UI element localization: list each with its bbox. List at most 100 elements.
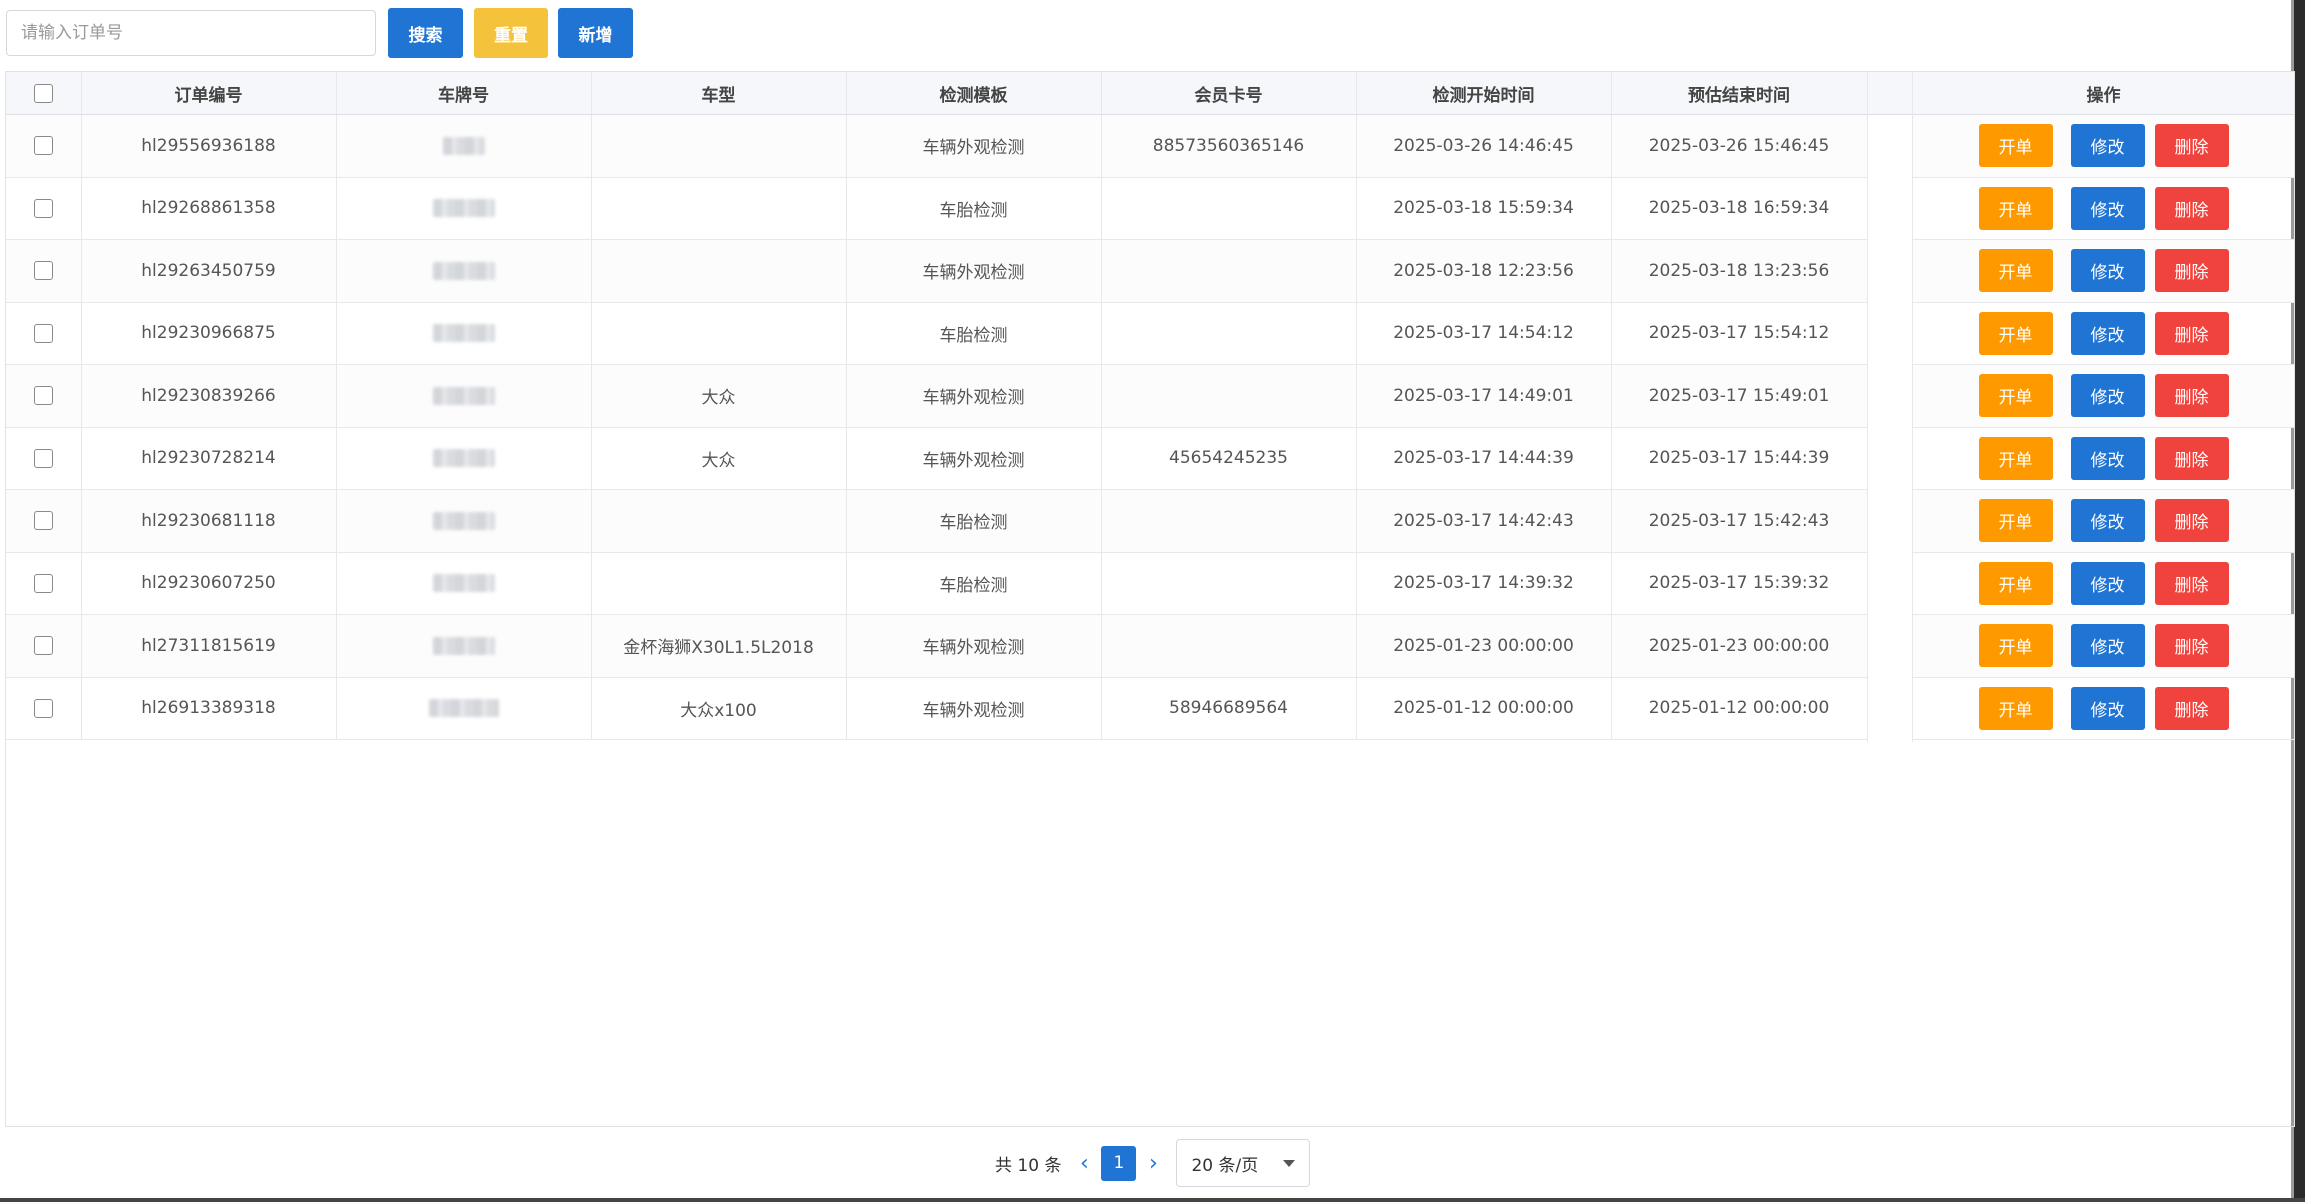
cell-end-time: 2025-03-18 13:23:56	[1611, 239, 1868, 303]
edit-button[interactable]: 修改	[2070, 186, 2145, 230]
edit-button[interactable]: 修改	[2070, 499, 2145, 543]
open-order-button[interactable]: 开单	[1978, 436, 2053, 480]
plate-redacted	[432, 261, 495, 280]
caret-down-icon	[1283, 1159, 1296, 1167]
delete-button[interactable]: 删除	[2154, 374, 2229, 418]
cell-template: 车胎检测	[846, 177, 1102, 240]
cell-start-time: 2025-03-17 14:49:01	[1356, 364, 1612, 428]
add-button[interactable]: 新增	[558, 8, 633, 58]
cell-order-no: hl29230728214	[81, 427, 337, 490]
edit-button[interactable]: 修改	[2070, 249, 2145, 293]
reset-button[interactable]: 重置	[474, 8, 548, 58]
row-select-cell	[6, 489, 82, 553]
actions-row: 开单 修改 删除	[1913, 302, 2294, 365]
plate-redacted	[442, 136, 485, 155]
table-spacer-column	[1867, 72, 1913, 742]
open-order-button[interactable]: 开单	[1978, 374, 2053, 418]
table-row: hl29230681118 车胎检测 2025-03-17 14:42:43 2025…	[6, 489, 1868, 553]
delete-button[interactable]: 删除	[2154, 436, 2229, 480]
row-select-cell	[6, 177, 82, 240]
row-select-cell	[6, 364, 82, 428]
edit-button[interactable]: 修改	[2070, 436, 2145, 480]
cell-plate	[336, 677, 592, 740]
table-row: hl26913389318 大众x100 车辆外观检测 58946689564 2025…	[6, 677, 1868, 740]
row-checkbox[interactable]	[33, 636, 53, 656]
open-order-button[interactable]: 开单	[1978, 311, 2053, 355]
cell-member-card	[1101, 239, 1357, 303]
table-header-row: 订单编号 车牌号 车型 检测模板 会员卡号 检测开始时间 预估结束时间	[6, 72, 1868, 115]
edit-button[interactable]: 修改	[2070, 624, 2145, 668]
open-order-button[interactable]: 开单	[1978, 561, 2053, 605]
cell-template: 车辆外观检测	[846, 427, 1102, 490]
cell-start-time: 2025-03-17 14:44:39	[1356, 427, 1612, 490]
cell-order-no: hl29556936188	[81, 114, 337, 178]
toolbar: 搜索 重置 新增	[6, 8, 633, 58]
open-order-button[interactable]: 开单	[1978, 624, 2053, 668]
order-search-input[interactable]	[6, 10, 376, 56]
open-order-button[interactable]: 开单	[1978, 249, 2053, 293]
page-size-select[interactable]: 20 条/页	[1176, 1139, 1311, 1187]
actions-row: 开单 修改 删除	[1913, 614, 2294, 678]
cell-template: 车胎检测	[846, 302, 1102, 365]
edit-button[interactable]: 修改	[2070, 311, 2145, 355]
cell-member-card: 88573560365146	[1101, 114, 1357, 178]
cell-member-card	[1101, 364, 1357, 428]
cell-start-time: 2025-03-18 12:23:56	[1356, 239, 1612, 303]
open-order-button[interactable]: 开单	[1978, 186, 2053, 230]
row-checkbox[interactable]	[33, 386, 53, 406]
row-select-cell	[6, 552, 82, 615]
actions-row: 开单 修改 删除	[1913, 239, 2294, 303]
cell-actions: 开单 修改 删除	[1913, 302, 2294, 365]
row-select-cell	[6, 302, 82, 365]
select-all-checkbox[interactable]	[33, 83, 53, 103]
cell-plate	[336, 239, 592, 303]
cell-start-time: 2025-03-17 14:39:32	[1356, 552, 1612, 615]
cell-model	[591, 489, 847, 553]
next-page-icon[interactable]: ›	[1142, 1151, 1164, 1176]
delete-button[interactable]: 删除	[2154, 124, 2229, 168]
delete-button[interactable]: 删除	[2154, 499, 2229, 543]
row-checkbox[interactable]	[33, 136, 53, 156]
cell-member-card: 45654245235	[1101, 427, 1357, 490]
actions-row: 开单 修改 删除	[1913, 552, 2294, 615]
delete-button[interactable]: 删除	[2154, 686, 2229, 730]
row-checkbox[interactable]	[33, 198, 53, 218]
window-bottom-edge	[0, 1198, 2305, 1202]
open-order-button[interactable]: 开单	[1978, 499, 2053, 543]
delete-button[interactable]: 删除	[2154, 186, 2229, 230]
row-checkbox[interactable]	[33, 573, 53, 593]
open-order-button[interactable]: 开单	[1978, 686, 2053, 730]
actions-row: 开单 修改 删除	[1913, 677, 2294, 740]
delete-button[interactable]: 删除	[2154, 249, 2229, 293]
row-checkbox[interactable]	[33, 323, 53, 343]
edit-button[interactable]: 修改	[2070, 124, 2145, 168]
row-checkbox[interactable]	[33, 698, 53, 718]
page-button-current[interactable]: 1	[1101, 1145, 1137, 1181]
row-checkbox[interactable]	[33, 511, 53, 531]
cell-start-time: 2025-01-12 00:00:00	[1356, 677, 1612, 740]
delete-button[interactable]: 删除	[2154, 624, 2229, 668]
edit-button[interactable]: 修改	[2070, 561, 2145, 605]
table-row: hl29556936188 车辆外观检测 88573560365146 2025-03…	[6, 114, 1868, 178]
prev-page-icon[interactable]: ‹	[1073, 1151, 1095, 1176]
edit-button[interactable]: 修改	[2070, 686, 2145, 730]
delete-button[interactable]: 删除	[2154, 561, 2229, 605]
table-row: hl29230839266 大众 车辆外观检测 2025-03-17 14:49:01…	[6, 364, 1868, 428]
plate-redacted	[432, 574, 495, 593]
edit-button[interactable]: 修改	[2070, 374, 2145, 418]
cell-model	[591, 552, 847, 615]
order-table-main: 订单编号 车牌号 车型 检测模板 会员卡号 检测开始时间 预估结束时间 hl29…	[6, 72, 1868, 740]
row-checkbox[interactable]	[33, 261, 53, 281]
cell-model	[591, 302, 847, 365]
cell-model: 大众x100	[591, 677, 847, 740]
delete-button[interactable]: 删除	[2154, 311, 2229, 355]
open-order-button[interactable]: 开单	[1978, 124, 2053, 168]
search-button[interactable]: 搜索	[388, 8, 463, 58]
cell-start-time: 2025-03-18 15:59:34	[1356, 177, 1612, 240]
cell-order-no: hl29230607250	[81, 552, 337, 615]
header-actions: 操作	[1913, 72, 2294, 115]
header-end-time: 预估结束时间	[1611, 72, 1868, 115]
cell-order-no: hl29230966875	[81, 302, 337, 365]
cell-order-no: hl27311815619	[81, 614, 337, 678]
row-checkbox[interactable]	[33, 448, 53, 468]
